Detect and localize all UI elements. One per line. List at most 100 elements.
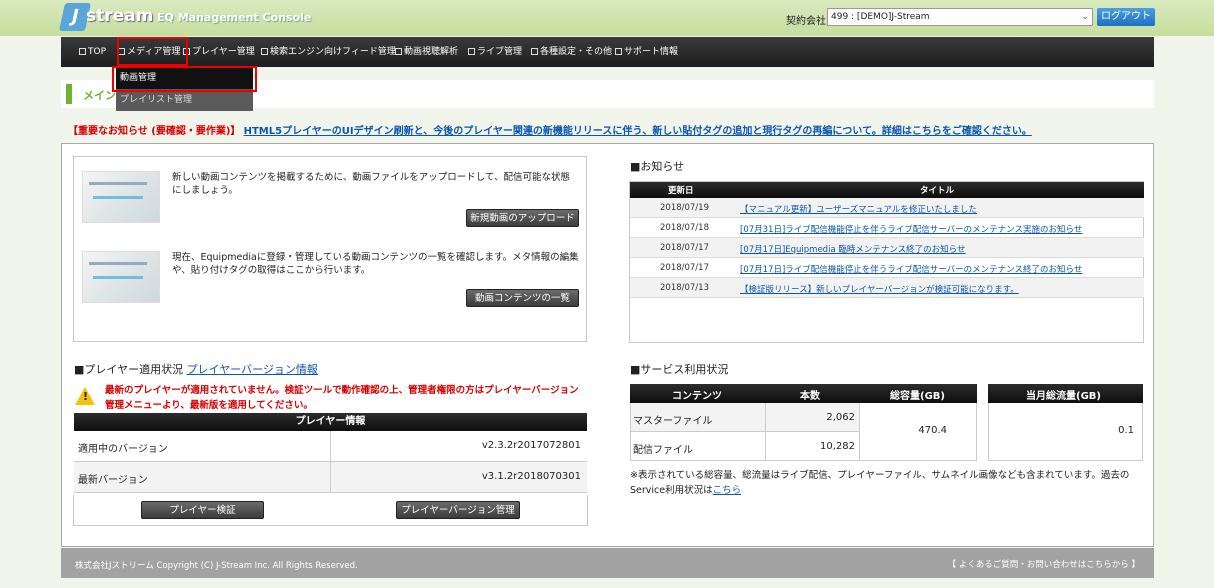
dropdown-highlight-box [112,66,257,92]
news-title-link[interactable]: 【マニュアル更新】ユーザーズマニュアルを修正いたしました [740,203,977,215]
nav-label: 各種設定・その他 [540,47,613,57]
video-content-list-button[interactable]: 動画コンテンツの一覧 [466,289,579,307]
content-list-thumbnail [82,251,160,303]
service-total-value: 470.4 [918,425,947,436]
nav-label: サポート情報 [624,47,679,57]
logo-text: stream [86,6,154,26]
news-table: 更新日 タイトル 2018/07/19 【マニュアル更新】ユーザーズマニュアルを修… [630,182,1144,298]
player-info-table: プレイヤー情報 適用中のバージョン v2.3.2r2017072801 最新バー… [74,413,587,493]
news-row: 2018/07/19 【マニュアル更新】ユーザーズマニュアルを修正いたしました [630,198,1144,218]
column-divider [330,431,331,462]
nav-item-analytics[interactable]: 動画視聴解析 [395,37,458,67]
nav-highlight-box [117,37,188,66]
company-select[interactable]: 499 : [DEMO]J-Stream ⌄ [827,8,1093,26]
player-info-row: 適用中のバージョン v2.3.2r2017072801 [74,431,587,462]
dropdown-item-playlist-management[interactable]: プレイリスト管理 [116,89,253,111]
banner-accent-bar [66,84,72,104]
monthly-table-header: 当月総流量(GB) [988,384,1143,403]
news-col-date: 更新日 [668,186,694,196]
notice-link[interactable]: HTML5プレイヤーのUIデザイン刷新と、今後のプレイヤー関連の新機能リリースに… [244,126,1032,137]
important-notice: 【重要なお知らせ (要確認・要作業)】 HTML5プレイヤーのUIデザイン刷新と… [68,122,1032,137]
news-date: 2018/07/17 [660,263,709,273]
nav-item-live[interactable]: ライブ管理 [468,37,522,67]
app-title: EQ Management Console [157,11,312,24]
news-date: 2018/07/19 [660,203,709,213]
jstream-logo[interactable]: J stream [59,3,153,31]
notice-prefix: 【重要なお知らせ (要確認・要作業)】 [68,126,241,137]
service-note-text: ※表示されている総容量、総流量はライブ配信、プレイヤーファイル、サムネイル画像な… [630,470,1130,496]
player-info-key: 最新バージョン [78,475,148,486]
news-row: 2018/07/17 [07月17日]Equipmedia 臨時メンテナンス終了の… [630,238,1144,258]
nav-icon [395,48,402,55]
service-history-link[interactable]: こちら [713,485,742,496]
news-date: 2018/07/18 [660,223,709,233]
nav-item-feed[interactable]: 検索エンジン向けフィード管理 [261,37,396,67]
news-title-link[interactable]: [07月31日]ライブ配信機能停止を伴うライブ配信サーバーのメンテナンス実施のお… [740,223,1082,235]
nav-label: 検索エンジン向けフィード管理 [270,47,396,57]
player-section-label: ■プレイヤー適用状況 [74,363,184,376]
news-title-link[interactable]: 【検証版リリース】新しいプレイヤーバージョンが検証可能になります。 [740,283,1019,295]
player-verify-button[interactable]: プレイヤー検証 [141,501,264,519]
monthly-traffic-table: 当月総流量(GB) 0.1 [988,384,1143,461]
nav-icon [615,48,622,55]
news-date: 2018/07/13 [660,283,709,293]
nav-icon [261,48,268,55]
upload-description: 新しい動画コンテンツを掲載するために、動画ファイルをアップロードして、配信可能な… [172,172,570,196]
nav-item-settings[interactable]: 各種設定・その他 [531,37,612,67]
news-row: 2018/07/17 [07月17日]ライブ配信機能停止を伴うライブ配信サーバーの… [630,258,1144,278]
warning-icon: ! [75,387,95,405]
column-divider [330,462,331,493]
service-col-content: コンテンツ [672,391,722,402]
header-bar: J stream EQ Management Console 契約会社: 499… [0,0,1214,36]
nav-label: ライブ管理 [477,47,523,57]
news-title-link[interactable]: [07月17日]ライブ配信機能停止を伴うライブ配信サーバーのメンテナンス終了のお… [740,263,1082,275]
service-section-title: ■サービス利用状況 [630,363,729,376]
nav-icon [468,48,475,55]
player-version-info-link[interactable]: プレイヤーバージョン情報 [187,363,318,376]
upload-thumbnail [82,171,160,223]
player-warning-text: 最新のプレイヤーが適用されていません。検証ツールで動作確認の上、管理者権限の方は… [105,385,579,411]
faq-contact-link[interactable]: 【 よくあるご質問・お問い合わせはこちらから 】 [948,558,1140,570]
player-info-header: プレイヤー情報 [74,413,587,431]
nav-icon [531,48,538,55]
nav-label: TOP [88,47,107,57]
content-list-description: 現在、Equipmediaに登録・管理している動画コンテンツの一覧を確認します。… [172,252,579,276]
logout-button[interactable]: ログアウト [1097,8,1155,26]
service-footnote: ※表示されている総容量、総流量はライブ配信、プレイヤーファイル、サムネイル画像な… [630,468,1144,498]
service-row-name: 配信ファイル [633,445,693,456]
service-row-count: 2,062 [826,412,855,423]
news-title-link[interactable]: [07月17日]Equipmedia 臨時メンテナンス終了のお知らせ [740,243,966,255]
footer-copyright: 株式会社Jストリーム Copyright (C) J-Stream Inc. A… [75,561,358,571]
warning-icon-mark: ! [83,390,89,403]
chevron-down-icon: ⌄ [1081,12,1089,22]
news-row: 2018/07/13 【検証版リリース】新しいプレイヤーバージョンが検証可能になり… [630,278,1144,298]
service-cell-count: 10,282 [765,432,859,460]
company-select-value: 499 : [DEMO]J-Stream [831,12,930,22]
news-table-header: 更新日 タイトル [630,182,1144,198]
upload-new-video-button[interactable]: 新規動画のアップロード [466,209,579,227]
nav-item-top[interactable]: TOP [79,37,106,67]
news-date: 2018/07/17 [660,243,709,253]
service-row-count: 10,282 [820,441,855,452]
news-row: 2018/07/18 [07月31日]ライブ配信機能停止を伴うライブ配信サーバーの… [630,218,1144,238]
service-col-count: 本数 [800,391,820,402]
player-section-title: ■プレイヤー適用状況 プレイヤーバージョン情報 [74,361,318,377]
player-info-row: 最新バージョン v3.1.2r2018070301 [74,462,587,493]
main-nav: TOP メディア管理 プレイヤー管理 検索エンジン向けフィード管理 動画視聴解析… [61,37,1154,67]
service-table-body: マスターファイル 2,062 配信ファイル 10,282 470.4 [630,403,977,461]
nav-label: 動画視聴解析 [404,47,459,57]
service-row-name: マスターファイル [633,416,713,427]
player-info-value: v3.1.2r2018070301 [481,471,581,482]
service-col-total: 総容量(GB) [890,391,945,402]
nav-item-player[interactable]: プレイヤー管理 [183,37,255,67]
service-table-header: コンテンツ 本数 総容量(GB) [630,384,977,403]
player-info-value: v2.3.2r2017072801 [481,440,581,451]
player-info-key: 適用中のバージョン [78,444,168,455]
service-cell-count: 2,062 [765,403,859,432]
monthly-col-title: 当月総流量(GB) [1026,391,1101,402]
footer: 株式会社Jストリーム Copyright (C) J-Stream Inc. A… [61,548,1154,578]
news-col-title: タイトル [920,186,955,196]
nav-item-support[interactable]: サポート情報 [615,37,678,67]
monthly-traffic-value: 0.1 [1118,425,1134,436]
player-version-manage-button[interactable]: プレイヤーバージョン管理 [396,501,520,519]
